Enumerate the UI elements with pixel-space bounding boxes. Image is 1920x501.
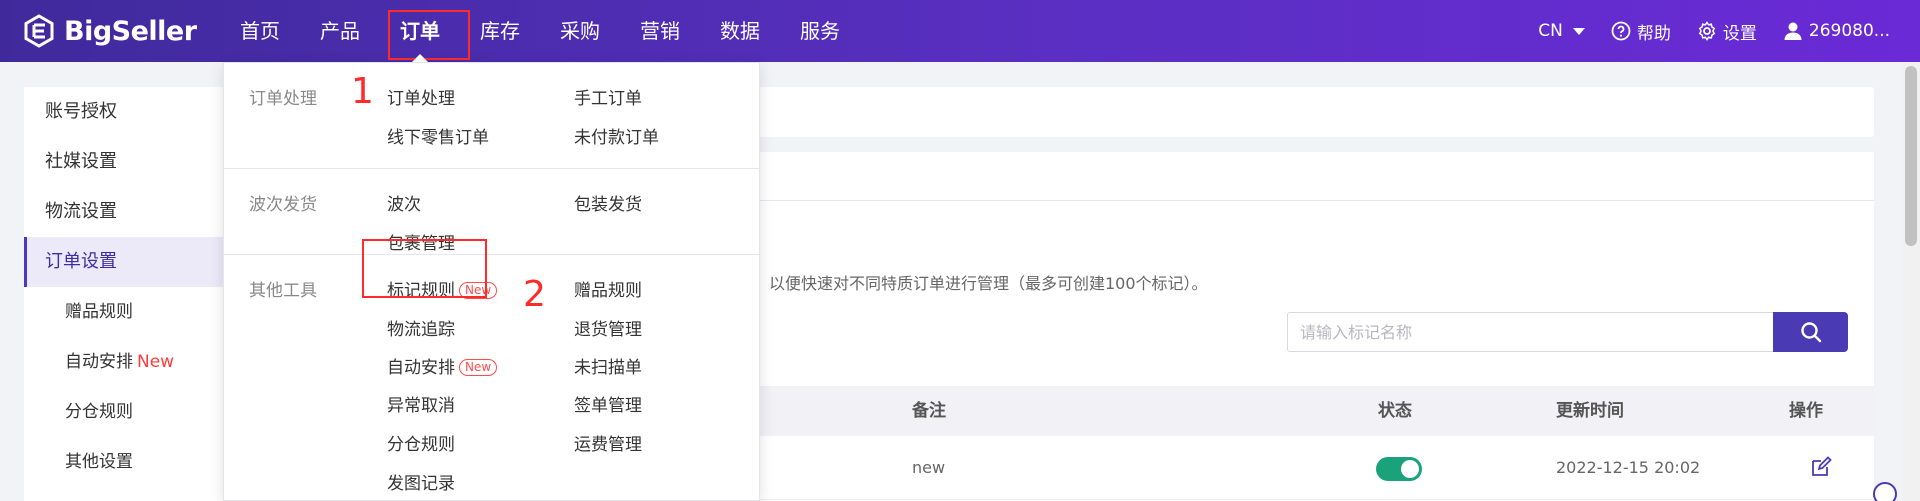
- menu-item-gift-rules[interactable]: 赠品规则: [574, 276, 642, 301]
- top-right-tools: CN 帮助 设置 269080...: [1512, 0, 1890, 62]
- row-updated-time: 2022-12-15 20:02: [1556, 458, 1701, 477]
- status-toggle[interactable]: [1376, 457, 1422, 481]
- section-title: 波次发货: [249, 195, 317, 215]
- help-label: 帮助: [1636, 23, 1671, 44]
- gear-icon: [1698, 21, 1716, 41]
- settings-label: 设置: [1722, 23, 1757, 44]
- brand-logo[interactable]: BigSeller: [22, 12, 197, 50]
- sidebar-item-logistics[interactable]: 物流设置: [24, 187, 224, 237]
- menu-item-unscanned[interactable]: 未扫描单: [574, 353, 642, 378]
- new-tag: New: [459, 359, 498, 376]
- sidebar-item-social-media[interactable]: 社媒设置: [24, 137, 224, 187]
- annotation-number-1: 1: [351, 71, 374, 112]
- menu-item-order-processing[interactable]: 订单处理: [387, 84, 455, 109]
- menu-item-returns[interactable]: 退货管理: [574, 315, 642, 340]
- nav-marketing[interactable]: 营销: [620, 0, 700, 62]
- settings-sidebar: 账号授权 社媒设置 物流设置 订单设置 赠品规则 自动安排 New 分仓规则 其他…: [24, 87, 224, 501]
- sidebar-item-account-auth[interactable]: 账号授权: [24, 87, 224, 137]
- menu-item-logistics-tracking[interactable]: 物流追踪: [387, 315, 455, 340]
- bigseller-logo-icon: [24, 14, 54, 48]
- nav-products[interactable]: 产品: [300, 0, 380, 62]
- search-button[interactable]: [1773, 312, 1848, 352]
- sidebar-item-order-settings[interactable]: 订单设置: [24, 237, 224, 287]
- user-name: 269080...: [1808, 21, 1890, 41]
- top-nav-bar: BigSeller 首页 产品 订单 库存 采购 营销 数据 服务 CN 帮助: [0, 0, 1920, 62]
- edit-icon[interactable]: [1810, 456, 1832, 478]
- menu-item-offline-retail[interactable]: 线下零售订单: [387, 123, 489, 148]
- new-badge: New: [137, 352, 175, 372]
- nav-home[interactable]: 首页: [220, 0, 300, 62]
- column-status: 状态: [1378, 401, 1412, 421]
- column-updated: 更新时间: [1556, 401, 1624, 421]
- search-icon: [1800, 322, 1821, 343]
- menu-item-pack-ship[interactable]: 包装发货: [574, 190, 642, 215]
- highlight-box-mark-rules: [362, 239, 487, 298]
- menu-item-abnormal-cancel[interactable]: 异常取消: [387, 391, 455, 416]
- question-circle-icon: [1611, 21, 1631, 41]
- scrollbar-thumb[interactable]: [1905, 66, 1917, 246]
- nav-orders[interactable]: 订单: [380, 0, 470, 62]
- nav-data[interactable]: 数据: [700, 0, 780, 62]
- section-title: 订单处理: [249, 89, 317, 109]
- sidebar-item-other-settings[interactable]: 其他设置: [24, 437, 224, 487]
- annotation-number-2: 2: [523, 274, 546, 315]
- section-order-processing: 订单处理 订单处理 手工订单 线下零售订单 未付款订单: [224, 63, 759, 168]
- page-description: 以便快速对不同特质订单进行管理（最多可创建100个标记）。: [769, 274, 1208, 293]
- floating-help-icon[interactable]: [1873, 482, 1897, 501]
- row-remark: new: [912, 458, 946, 477]
- user-menu[interactable]: 269080...: [1783, 21, 1890, 41]
- main-nav: 首页 产品 订单 库存 采购 营销 数据 服务: [220, 0, 860, 62]
- brand-name: BigSeller: [64, 15, 197, 47]
- highlight-box-orders: [388, 10, 470, 60]
- nav-purchase[interactable]: 采购: [540, 0, 620, 62]
- nav-services[interactable]: 服务: [780, 0, 860, 62]
- sidebar-item-label: 自动安排: [65, 352, 133, 372]
- menu-item-freight[interactable]: 运费管理: [574, 430, 642, 455]
- menu-item-image-log[interactable]: 发图记录: [387, 469, 455, 494]
- section-title: 其他工具: [249, 281, 317, 301]
- section-other-tools: 其他工具 标记规则 New 赠品规则 物流追踪 退货管理 自动安排 New 未扫描单…: [224, 254, 759, 501]
- sidebar-item-gift-rules[interactable]: 赠品规则: [24, 287, 224, 337]
- settings-link[interactable]: 设置: [1697, 19, 1757, 44]
- help-link[interactable]: 帮助: [1611, 19, 1671, 44]
- menu-item-manual-order[interactable]: 手工订单: [574, 84, 642, 109]
- language-label: CN: [1538, 21, 1563, 41]
- nav-inventory[interactable]: 库存: [460, 0, 540, 62]
- menu-item-warehouse-rules[interactable]: 分仓规则: [387, 430, 455, 455]
- orders-dropdown-menu: 订单处理 订单处理 手工订单 线下零售订单 未付款订单 波次发货 波次 包装发货…: [223, 62, 760, 501]
- user-icon: [1784, 22, 1802, 40]
- menu-item-signing[interactable]: 签单管理: [574, 391, 642, 416]
- column-remark: 备注: [912, 401, 946, 421]
- page-scrollbar[interactable]: [1902, 62, 1920, 501]
- menu-item-auto-arrange[interactable]: 自动安排 New: [387, 353, 498, 378]
- column-actions: 操作: [1789, 401, 1823, 421]
- chevron-down-icon: [1572, 27, 1585, 35]
- search-input[interactable]: [1287, 312, 1775, 352]
- menu-item-label: 自动安排: [387, 358, 455, 378]
- sidebar-item-warehouse-rules[interactable]: 分仓规则: [24, 387, 224, 437]
- menu-item-unpaid-orders[interactable]: 未付款订单: [574, 123, 659, 148]
- language-selector[interactable]: CN: [1538, 21, 1585, 41]
- menu-item-wave[interactable]: 波次: [387, 190, 421, 215]
- sidebar-item-auto-arrange[interactable]: 自动安排 New: [24, 337, 224, 387]
